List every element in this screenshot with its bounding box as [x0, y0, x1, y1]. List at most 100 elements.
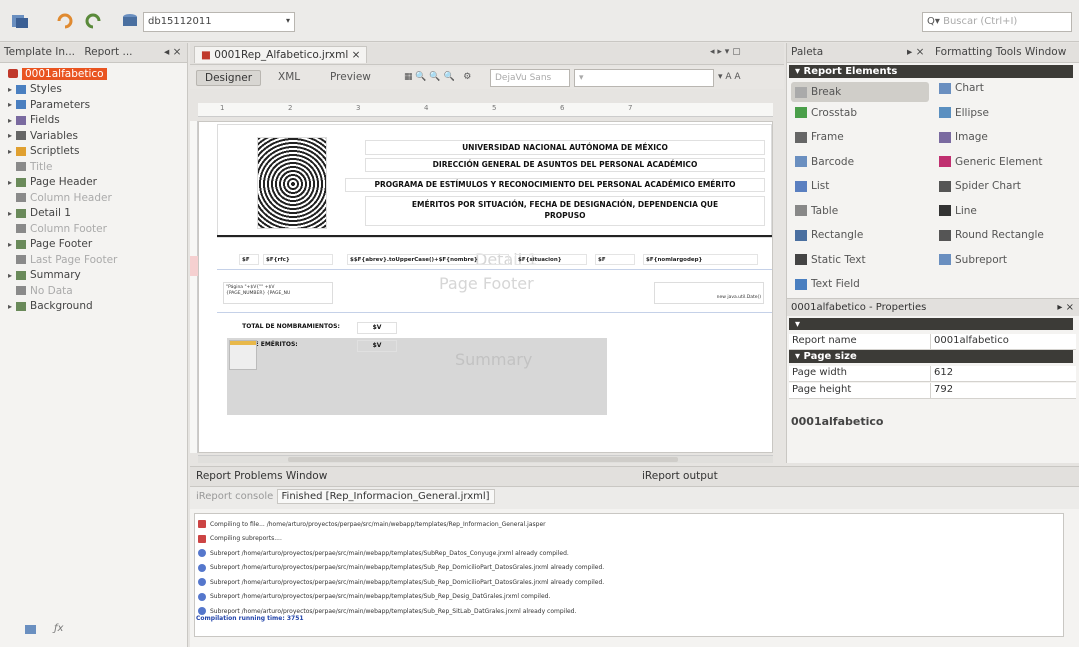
band-icon — [16, 193, 26, 203]
palette-item-spider-chart[interactable]: Spider Chart — [935, 180, 1021, 192]
palette-item-crosstab[interactable]: Crosstab — [791, 107, 857, 119]
detail-field[interactable]: $F{rfc} — [263, 254, 333, 265]
tab-report-problems[interactable]: Report Problems Window — [196, 470, 327, 482]
expand-arrow-icon[interactable]: ▸ — [8, 209, 16, 218]
tab-palette[interactable]: Paleta — [791, 46, 823, 58]
tab-report[interactable]: Report ... — [84, 46, 132, 58]
font-size-icons[interactable]: ▾ A A — [718, 72, 741, 82]
palette-item-rectangle[interactable]: Rectangle — [791, 229, 863, 241]
tree-item[interactable]: ▸ Background — [8, 299, 187, 315]
total-nombramientos-value[interactable]: $V — [357, 322, 397, 334]
tree-item[interactable]: Column Footer — [8, 221, 187, 237]
xml-button[interactable]: XML — [270, 70, 308, 84]
tree-item[interactable]: ▸ Page Header — [8, 175, 187, 191]
palette-item-list[interactable]: List — [791, 180, 829, 192]
tree-item[interactable]: Last Page Footer — [8, 252, 187, 268]
palette-item-text-field[interactable]: Text Field — [791, 278, 860, 290]
new-report-icon[interactable] — [10, 12, 30, 30]
tree-item[interactable]: Column Header — [8, 190, 187, 206]
expand-arrow-icon[interactable]: ▸ — [8, 178, 16, 187]
tree-item[interactable]: No Data — [8, 283, 187, 299]
preview-button[interactable]: Preview — [322, 70, 379, 84]
tab-nav-icons[interactable]: ◂ ▸ ▾ ▢ — [710, 47, 741, 57]
zoom-icons[interactable]: ▦ 🔍 🔍 🔍 ⚙ — [404, 72, 471, 82]
tree-item[interactable]: ▸ Styles — [8, 82, 187, 98]
tab-ireport-console[interactable]: iReport console — [196, 491, 273, 502]
expand-arrow-icon[interactable]: ▸ — [8, 85, 16, 94]
total-emeritos-value[interactable]: $V — [357, 340, 397, 352]
expand-arrow-icon[interactable]: ▸ — [8, 100, 16, 109]
tree-item[interactable]: ▸ Detail 1 — [8, 206, 187, 222]
unam-logo-image[interactable] — [257, 137, 327, 229]
tree-item[interactable]: ▸ Summary — [8, 268, 187, 284]
palette-item-static-text[interactable]: Static Text — [791, 254, 866, 266]
tree-item[interactable]: ▸ Variables — [8, 128, 187, 144]
palette-item-image[interactable]: Image — [935, 131, 988, 143]
tree-item-label: Fields — [30, 114, 60, 127]
close-icon[interactable]: × — [352, 49, 361, 61]
close-icon[interactable]: ▸ × — [907, 46, 924, 58]
close-icon[interactable]: ◂ × — [164, 46, 181, 58]
tree-item[interactable]: ▸ Parameters — [8, 97, 187, 113]
horizontal-scrollbar[interactable] — [198, 455, 773, 463]
palette-item-table[interactable]: Table — [791, 205, 838, 217]
palette-item-chart[interactable]: Chart — [935, 82, 984, 94]
add-icon[interactable] — [24, 623, 38, 638]
report-title-2[interactable]: DIRECCIÓN GENERAL DE ASUNTOS DEL PERSONA… — [365, 158, 765, 172]
undo-icon[interactable] — [55, 12, 75, 30]
element-thumbnail[interactable] — [229, 340, 257, 370]
redo-icon[interactable] — [83, 12, 103, 30]
size-combo[interactable]: ▾ — [574, 69, 714, 87]
total-nombramientos-label[interactable]: TOTAL DE NOMBRAMIENTOS: — [227, 322, 355, 334]
palette-item-generic-element[interactable]: Generic Element — [935, 156, 1043, 168]
tab-finished[interactable]: Finished [Rep_Informacion_General.jrxml] — [276, 489, 495, 504]
palette-item-subreport[interactable]: Subreport — [935, 254, 1007, 266]
expand-icon[interactable]: ▸ × — [1057, 302, 1074, 313]
tab-formatting-tools[interactable]: Formatting Tools Window — [935, 46, 1066, 58]
report-canvas[interactable]: UNIVERSIDAD NACIONAL AUTÓNOMA DE MÉXICO … — [198, 121, 773, 453]
palette-item-break[interactable]: Break — [791, 82, 929, 102]
tab-ireport-output[interactable]: iReport output — [642, 470, 718, 482]
console-log[interactable]: Compiling to file... /home/arturo/proyec… — [194, 513, 1064, 637]
page-number-field[interactable]: "Página "+$V{"" +$V {PAGE_NUMBER} {PAGE_… — [223, 282, 333, 304]
detail-field[interactable]: $$F{abrev}.toUpperCase()+$F{nombre} — [347, 254, 509, 265]
prop-row-page-height[interactable]: Page height 792 — [789, 383, 1076, 399]
search-input[interactable]: Q▾ Buscar (Ctrl+I) — [922, 12, 1072, 32]
expand-arrow-icon[interactable]: ▸ — [8, 131, 16, 140]
function-icon[interactable]: ƒx — [54, 623, 63, 634]
tab-template-inspector[interactable]: Template In... — [4, 46, 75, 58]
report-title-1[interactable]: UNIVERSIDAD NACIONAL AUTÓNOMA DE MÉXICO — [365, 140, 765, 155]
editor-mode-bar: Designer XML Preview ▦ 🔍 🔍 🔍 ⚙ DejaVu Sa… — [190, 67, 784, 89]
designer-button[interactable]: Designer — [196, 70, 262, 86]
prop-row-page-width[interactable]: Page width 612 — [789, 366, 1076, 382]
font-combo[interactable]: DejaVu Sans — [490, 69, 570, 87]
database-icon[interactable] — [120, 12, 140, 30]
detail-field[interactable]: $F{nomlargodep} — [643, 254, 758, 265]
date-field[interactable]: new java.util.Date() — [654, 282, 764, 304]
expand-arrow-icon[interactable]: ▸ — [8, 116, 16, 125]
palette-item-round-rectangle[interactable]: Round Rectangle — [935, 229, 1044, 241]
tree-item[interactable]: ▸ Page Footer — [8, 237, 187, 253]
detail-field[interactable]: $F — [595, 254, 635, 265]
page-size-section[interactable]: ▾ Page size — [789, 350, 1073, 363]
detail-field[interactable]: $F — [239, 254, 259, 265]
tree-item[interactable]: ▸ Scriptlets — [8, 144, 187, 160]
palette-item-barcode[interactable]: Barcode — [791, 156, 854, 168]
report-elements-header[interactable]: ▾ Report Elements — [789, 65, 1073, 78]
prop-row-report-name[interactable]: Report name 0001alfabetico — [789, 334, 1076, 350]
expand-arrow-icon[interactable]: ▸ — [8, 302, 16, 311]
palette-item-ellipse[interactable]: Ellipse — [935, 107, 989, 119]
tree-root[interactable]: 0001alfabetico — [8, 66, 187, 82]
datasource-combo[interactable]: db15112011 ▾ — [143, 12, 295, 32]
expand-arrow-icon[interactable]: ▸ — [8, 271, 16, 280]
palette-item-frame[interactable]: Frame — [791, 131, 844, 143]
palette-item-line[interactable]: Line — [935, 205, 977, 217]
report-title-3[interactable]: PROGRAMA DE ESTÍMULOS Y RECONOCIMIENTO D… — [345, 178, 765, 192]
expand-arrow-icon[interactable]: ▸ — [8, 147, 16, 156]
detail-field[interactable]: $F{situacion} — [515, 254, 587, 265]
doc-tab[interactable]: ■ 0001Rep_Alfabetico.jrxml × — [194, 46, 368, 63]
report-title-4[interactable]: EMÉRITOS POR SITUACIÓN, FECHA DE DESIGNA… — [365, 196, 765, 226]
expand-arrow-icon[interactable]: ▸ — [8, 240, 16, 249]
tree-item[interactable]: Title — [8, 159, 187, 175]
tree-item[interactable]: ▸ Fields — [8, 113, 187, 129]
